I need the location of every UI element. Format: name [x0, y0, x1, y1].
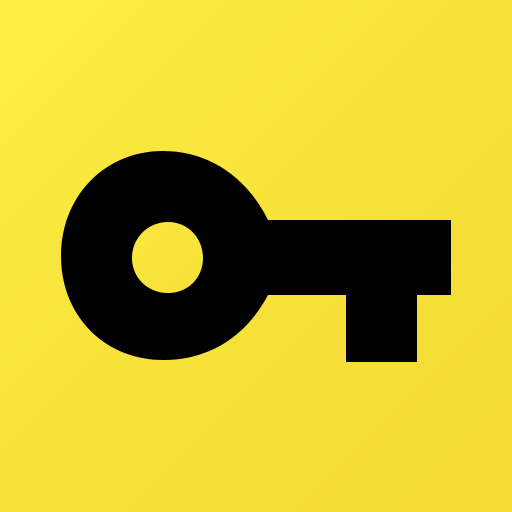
app-icon[interactable] — [0, 0, 512, 512]
key-icon — [61, 151, 451, 362]
key-shape — [61, 151, 451, 362]
